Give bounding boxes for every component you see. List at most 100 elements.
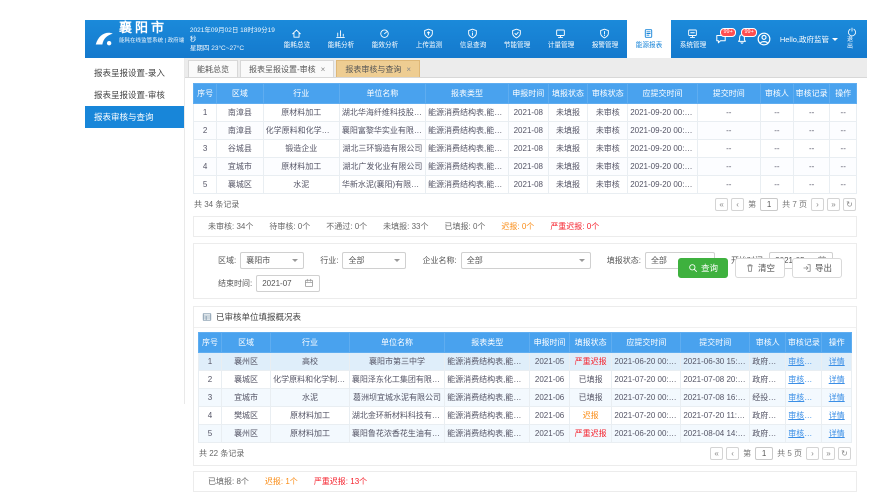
table-cell: 2021-07-20 00:00:00 <box>612 371 681 389</box>
table-cell: 2021-08 <box>508 122 548 140</box>
pager-page-input[interactable] <box>755 447 773 460</box>
close-icon[interactable]: × <box>406 65 411 74</box>
table-cell: 原材料加工 <box>263 104 339 122</box>
sidebar-item-3[interactable]: 报表审核与查询 <box>85 106 184 128</box>
clear-button[interactable]: 清空 <box>735 258 785 278</box>
nav-item-7[interactable]: 计量管理 <box>539 20 583 58</box>
table-cell: 2021-06 <box>530 407 569 425</box>
table-cell: -- <box>760 122 793 140</box>
power-icon <box>847 27 857 37</box>
close-icon[interactable]: × <box>321 65 326 74</box>
tab-3[interactable]: 报表审核与查询 × <box>336 60 420 77</box>
table-cell: 政府监管 <box>750 407 786 425</box>
table-link[interactable]: 审核记录 <box>786 389 822 407</box>
table-link[interactable]: 审核记录 <box>786 371 822 389</box>
table-link[interactable]: 审核记录 <box>786 425 822 443</box>
nav-item-9[interactable]: 能源报表 <box>627 20 671 58</box>
info-icon <box>467 28 478 39</box>
table-link[interactable]: 详情 <box>822 389 852 407</box>
table-cell: 襄阳泽东化工集团有限公司 <box>349 371 444 389</box>
table-link[interactable]: 详情 <box>822 407 852 425</box>
nav-item-1[interactable]: 能耗总览 <box>275 20 319 58</box>
stat-item: 迟报: 0个 <box>501 221 534 232</box>
table-link[interactable]: 详情 <box>822 371 852 389</box>
table-row: 5襄城区水泥华新水泥(襄阳)有限公司能源消费结构表,能效指标...2021-08… <box>194 176 857 194</box>
column-header: 单位名称 <box>349 333 444 353</box>
nav-item-10[interactable]: 系统管理 <box>671 20 715 58</box>
table-cell: 未填报 <box>548 176 588 194</box>
table-cell: 严重迟报 <box>569 425 612 443</box>
table-cell: 5 <box>194 176 217 194</box>
report-audit-table: 序号区域行业单位名称报表类型申报时间填报状态审核状态应提交时间提交时间审核人审核… <box>193 83 857 194</box>
table-link[interactable]: 审核记录 <box>786 407 822 425</box>
filter-select[interactable]: 全部 <box>342 252 406 269</box>
table-cell: -- <box>793 104 829 122</box>
sidebar-item-1[interactable]: 报表呈报设置-录入 <box>85 62 184 84</box>
table-cell: 湖北广发化业有限公司 <box>339 158 425 176</box>
table-cell: 襄城区 <box>217 176 263 194</box>
pager-first-button[interactable]: « <box>710 447 723 460</box>
table-cell: 1 <box>194 104 217 122</box>
export-button[interactable]: 导出 <box>792 258 842 278</box>
pager-refresh-button[interactable]: ↻ <box>838 447 851 460</box>
pager-prev-button[interactable]: ‹ <box>731 198 744 211</box>
stat-item: 迟报: 1个 <box>265 476 298 487</box>
tab-2[interactable]: 报表呈报设置-审核× <box>240 60 334 77</box>
audited-panel-title: 已审核单位填报概况表 <box>216 311 301 323</box>
pager-page-input[interactable] <box>760 198 778 211</box>
message-button[interactable]: 99+ <box>715 33 727 45</box>
nav-item-3[interactable]: 能效分析 <box>363 20 407 58</box>
tab-label: 报表审核与查询 <box>345 64 401 75</box>
user-avatar-icon[interactable] <box>757 32 771 46</box>
stat-item: 严重迟报: 0个 <box>550 221 599 232</box>
pager-last-button[interactable]: » <box>822 447 835 460</box>
tab-1[interactable]: 能耗总览 <box>188 60 238 77</box>
nav-item-6[interactable]: 节能管理 <box>495 20 539 58</box>
table-link[interactable]: 详情 <box>822 353 852 371</box>
nav-item-4[interactable]: 上传监测 <box>407 20 451 58</box>
table-cell: 能源消费结构表,能效指标... <box>426 158 509 176</box>
table-cell: 1 <box>199 353 222 371</box>
date-picker[interactable]: 2021-07 <box>256 275 320 292</box>
nav-item-label: 节能管理 <box>504 40 531 50</box>
filter-group-区域: 区域: 襄阳市 <box>218 252 304 269</box>
table-link[interactable]: 详情 <box>822 425 852 443</box>
table-cell: 湖北三环锻造有限公司 <box>339 140 425 158</box>
query-button[interactable]: 查询 <box>678 258 728 278</box>
nav-item-8[interactable]: 报警管理 <box>583 20 627 58</box>
weather-text: 星期四 23°C~27°C <box>190 44 275 53</box>
table-cell: 2021-09-20 00:00:00 <box>628 104 698 122</box>
logout-button[interactable]: 退出 <box>847 27 857 51</box>
filter-select[interactable]: 襄阳市 <box>240 252 304 269</box>
sidebar-item-2[interactable]: 报表呈报设置-审核 <box>85 84 184 106</box>
table-link[interactable]: 审核记录 <box>786 353 822 371</box>
filter-group-行业: 行业:全部 <box>320 252 406 269</box>
nav-item-label: 计量管理 <box>548 40 575 50</box>
pager-next-button[interactable]: › <box>806 447 819 460</box>
table-cell: 2021-08 <box>508 158 548 176</box>
table2-pagination: «‹第共 5 页›»↻ <box>710 447 851 460</box>
filter-label: 结束时间: <box>218 278 252 289</box>
table-cell: 2021-09-20 00:00:00 <box>628 158 698 176</box>
column-header: 填报状态 <box>569 333 612 353</box>
filter-label: 区域: <box>218 255 236 266</box>
table-cell: 湖北金环新材料科技有限公司 <box>349 407 444 425</box>
pager-refresh-button[interactable]: ↻ <box>843 198 856 211</box>
filter-select[interactable]: 全部 <box>461 252 591 269</box>
pager-prev-button[interactable]: ‹ <box>726 447 739 460</box>
pager-last-button[interactable]: » <box>827 198 840 211</box>
table-cell: 未填报 <box>548 140 588 158</box>
upload-icon <box>423 28 434 39</box>
table-cell: 未填报 <box>548 104 588 122</box>
pager-first-button[interactable]: « <box>715 198 728 211</box>
user-menu[interactable]: Hello,政府监管 <box>780 34 838 45</box>
table-cell: 政府监管 <box>750 371 786 389</box>
pager-next-button[interactable]: › <box>811 198 824 211</box>
nav-item-2[interactable]: 能耗分析 <box>319 20 363 58</box>
table-cell: 水泥 <box>263 176 339 194</box>
table2-stats-bar: 已填报: 8个迟报: 1个严重迟报: 13个 <box>193 471 857 492</box>
nav-item-5[interactable]: 信息查询 <box>451 20 495 58</box>
table-cell: 3 <box>199 389 222 407</box>
logout-label: 退出 <box>847 37 857 51</box>
alert-button[interactable]: 99+ <box>736 33 748 45</box>
